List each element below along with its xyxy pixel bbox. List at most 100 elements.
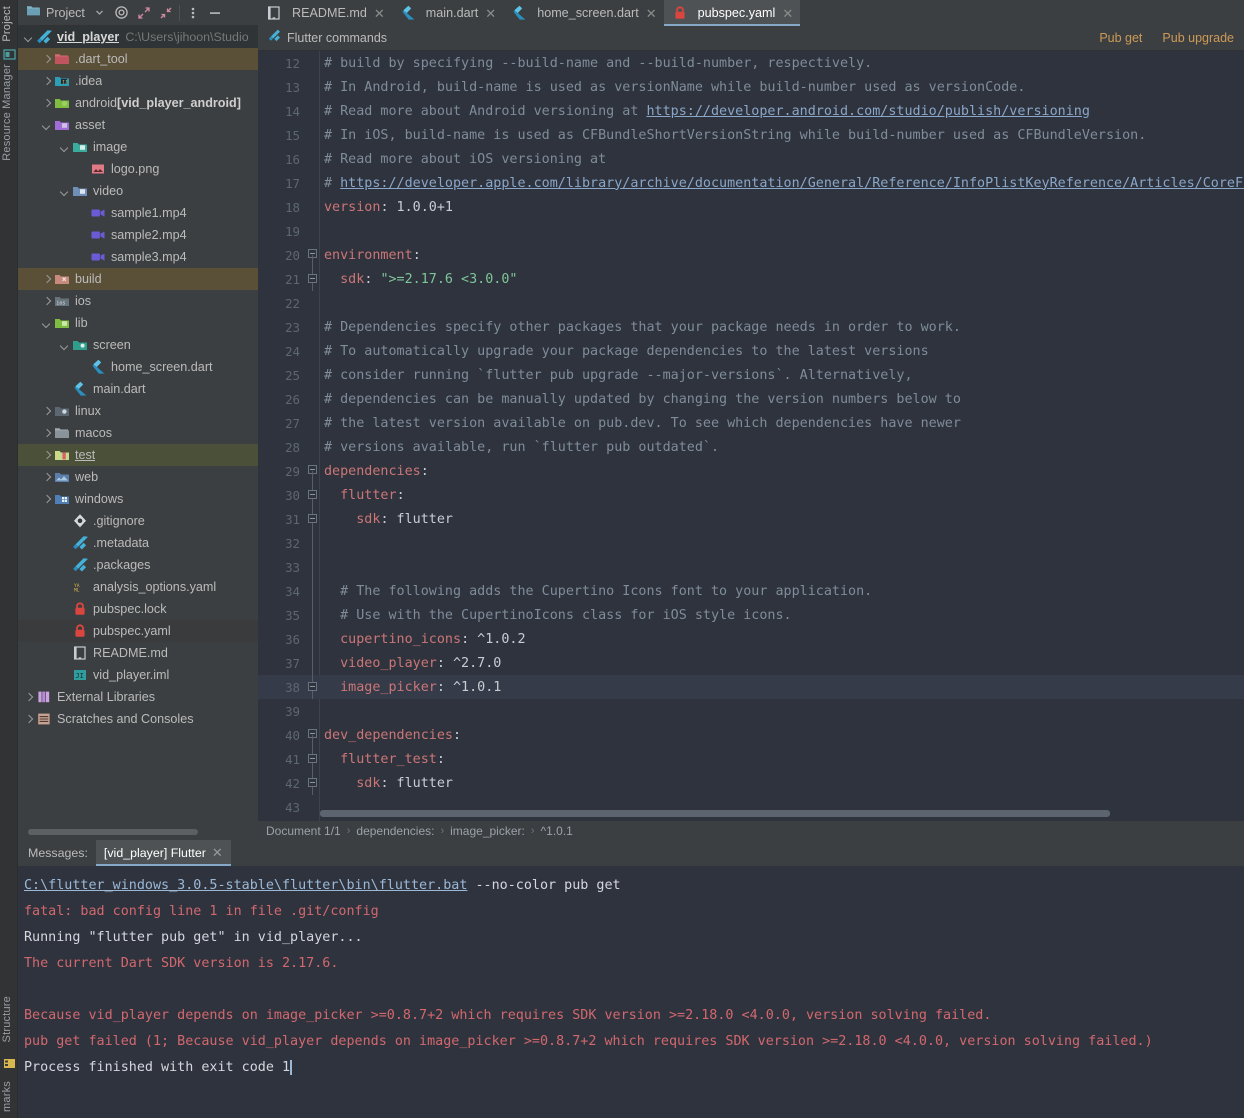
code-line-36[interactable]: 36 cupertino_icons: ^1.0.2	[258, 627, 1244, 651]
fold-gutter[interactable]	[304, 627, 320, 651]
tree-item-video[interactable]: video	[18, 180, 258, 202]
console-output[interactable]: C:\flutter_windows_3.0.5-stable\flutter\…	[18, 866, 1244, 1118]
tool-window-button-structure[interactable]: Structure	[0, 994, 15, 1044]
breadcrumb[interactable]: Document 1/1 › dependencies: › image_picker:…	[258, 821, 1244, 840]
tool-window-button-project[interactable]: Project	[0, 4, 15, 44]
tree-item-build[interactable]: build	[18, 268, 258, 290]
editor-tab-bar[interactable]: README.md ✕ main.dart ✕ home_screen.dart ✕ pub…	[258, 0, 1244, 26]
tree-item-linux[interactable]: linux	[18, 400, 258, 422]
code-line-31[interactable]: 31 sdk: flutter	[258, 507, 1244, 531]
console-link[interactable]: C:\flutter_windows_3.0.5-stable\flutter\…	[24, 878, 467, 893]
fold-gutter[interactable]	[304, 723, 320, 747]
expand-all-icon[interactable]	[133, 2, 155, 24]
chevron-down-icon[interactable]	[22, 31, 35, 44]
tree-item-readme-md[interactable]: README.md	[18, 642, 258, 664]
chevron-right-icon[interactable]	[22, 691, 35, 704]
tree-item-pubspec-yaml[interactable]: pubspec.yaml	[18, 620, 258, 642]
code-line-24[interactable]: 24 # To automatically upgrade your packag…	[258, 339, 1244, 363]
editor-tab-pubspec-yaml[interactable]: pubspec.yaml ✕	[663, 0, 801, 26]
fold-gutter[interactable]	[304, 579, 320, 603]
collapse-all-icon[interactable]	[155, 2, 177, 24]
editor-hscrollbar[interactable]	[320, 810, 1110, 817]
code-line-19[interactable]: 19	[258, 219, 1244, 243]
chevron-down-icon[interactable]	[40, 119, 53, 132]
tree-item-web[interactable]: web	[18, 466, 258, 488]
fold-gutter[interactable]	[304, 555, 320, 579]
code-line-18[interactable]: 18 version: 1.0.0+1	[258, 195, 1244, 219]
fold-gutter[interactable]	[304, 315, 320, 339]
tree-item-scratches-and-consoles[interactable]: Scratches and Consoles	[18, 708, 258, 730]
tree-item-screen[interactable]: screen	[18, 334, 258, 356]
tree-item-test[interactable]: test	[18, 444, 258, 466]
breadcrumb-item[interactable]: ^1.0.1	[541, 824, 573, 838]
editor-tab-main-dart[interactable]: main.dart ✕	[392, 0, 503, 26]
code-lines[interactable]: 12 # build by specifying --build-name and…	[258, 51, 1244, 821]
tree-item-sample2-mp4[interactable]: sample2.mp4	[18, 224, 258, 246]
chevron-right-icon[interactable]	[40, 427, 53, 440]
code-line-35[interactable]: 35 # Use with the CupertinoIcons class f…	[258, 603, 1244, 627]
fold-gutter[interactable]	[304, 699, 320, 723]
breadcrumb-item[interactable]: Document 1/1	[266, 824, 341, 838]
tree-item-macos[interactable]: macos	[18, 422, 258, 444]
close-icon[interactable]: ✕	[212, 845, 223, 861]
code-line-23[interactable]: 23 # Dependencies specify other packages …	[258, 315, 1244, 339]
fold-gutter[interactable]	[304, 651, 320, 675]
fold-gutter[interactable]	[304, 483, 320, 507]
fold-gutter[interactable]	[304, 603, 320, 627]
tool-window-button-resource-manager[interactable]: Resource Manager	[0, 62, 15, 163]
tree-item-image[interactable]: image	[18, 136, 258, 158]
code-line-37[interactable]: 37 video_player: ^2.7.0	[258, 651, 1244, 675]
code-line-17[interactable]: 17 # https://developer.apple.com/library/…	[258, 171, 1244, 195]
tree-item-sample3-mp4[interactable]: sample3.mp4	[18, 246, 258, 268]
pub-upgrade-button[interactable]: Pub upgrade	[1152, 31, 1244, 45]
code-line-32[interactable]: 32	[258, 531, 1244, 555]
tree-item-asset[interactable]: asset	[18, 114, 258, 136]
tree-item-external-libraries[interactable]: External Libraries	[18, 686, 258, 708]
close-icon[interactable]: ✕	[374, 7, 385, 20]
tree-item-sample1-mp4[interactable]: sample1.mp4	[18, 202, 258, 224]
breadcrumb-item[interactable]: dependencies:	[356, 824, 434, 838]
code-line-28[interactable]: 28 # versions available, run `flutter pub…	[258, 435, 1244, 459]
fold-gutter[interactable]	[304, 747, 320, 771]
chevron-down-icon[interactable]	[40, 317, 53, 330]
code-line-29[interactable]: 29 dependencies:	[258, 459, 1244, 483]
tree-item-vid-player[interactable]: vid_player C:\Users\jihoon\Studio	[18, 26, 258, 48]
messages-tab-vid-player-flutter[interactable]: [vid_player] Flutter ✕	[95, 840, 231, 866]
chevron-right-icon[interactable]	[40, 75, 53, 88]
breadcrumb-item[interactable]: image_picker:	[450, 824, 525, 838]
editor-tab-home-screen-dart[interactable]: home_screen.dart ✕	[503, 0, 663, 26]
project-window-icon[interactable]	[3, 48, 16, 61]
fold-gutter[interactable]	[304, 387, 320, 411]
tree-item-main-dart[interactable]: main.dart	[18, 378, 258, 400]
tree-item--packages[interactable]: .packages	[18, 554, 258, 576]
chevron-down-icon[interactable]	[58, 339, 71, 352]
code-line-34[interactable]: 34 # The following adds the Cupertino Ic…	[258, 579, 1244, 603]
fold-gutter[interactable]	[304, 339, 320, 363]
fold-gutter[interactable]	[304, 243, 320, 267]
code-line-40[interactable]: 40 dev_dependencies:	[258, 723, 1244, 747]
fold-gutter[interactable]	[304, 291, 320, 315]
fold-gutter[interactable]	[304, 507, 320, 531]
fold-gutter[interactable]	[304, 411, 320, 435]
code-line-13[interactable]: 13 # In Android, build-name is used as ve…	[258, 75, 1244, 99]
tree-item--metadata[interactable]: .metadata	[18, 532, 258, 554]
structure-icon[interactable]	[3, 1057, 16, 1070]
code-line-16[interactable]: 16 # Read more about iOS versioning at	[258, 147, 1244, 171]
close-icon[interactable]: ✕	[485, 7, 496, 20]
code-line-14[interactable]: 14 # Read more about Android versioning a…	[258, 99, 1244, 123]
code-line-20[interactable]: 20 environment:	[258, 243, 1244, 267]
editor-tab-readme-md[interactable]: README.md ✕	[258, 0, 392, 26]
fold-gutter[interactable]	[304, 459, 320, 483]
code-line-15[interactable]: 15 # In iOS, build-name is used as CFBund…	[258, 123, 1244, 147]
tree-item-ios[interactable]: ios ios	[18, 290, 258, 312]
tool-window-button-bookmarks[interactable]: marks	[0, 1079, 15, 1114]
fold-gutter[interactable]	[304, 675, 320, 699]
code-line-42[interactable]: 42 sdk: flutter	[258, 771, 1244, 795]
chevron-right-icon[interactable]	[40, 273, 53, 286]
fold-gutter[interactable]	[304, 75, 320, 99]
tree-item-logo-png[interactable]: logo.png	[18, 158, 258, 180]
code-link[interactable]: https://developer.apple.com/library/arch…	[340, 176, 1244, 191]
fold-gutter[interactable]	[304, 363, 320, 387]
project-tree[interactable]: vid_player C:\Users\jihoon\Studio .dart_to…	[18, 26, 258, 822]
close-icon[interactable]: ✕	[646, 7, 657, 20]
